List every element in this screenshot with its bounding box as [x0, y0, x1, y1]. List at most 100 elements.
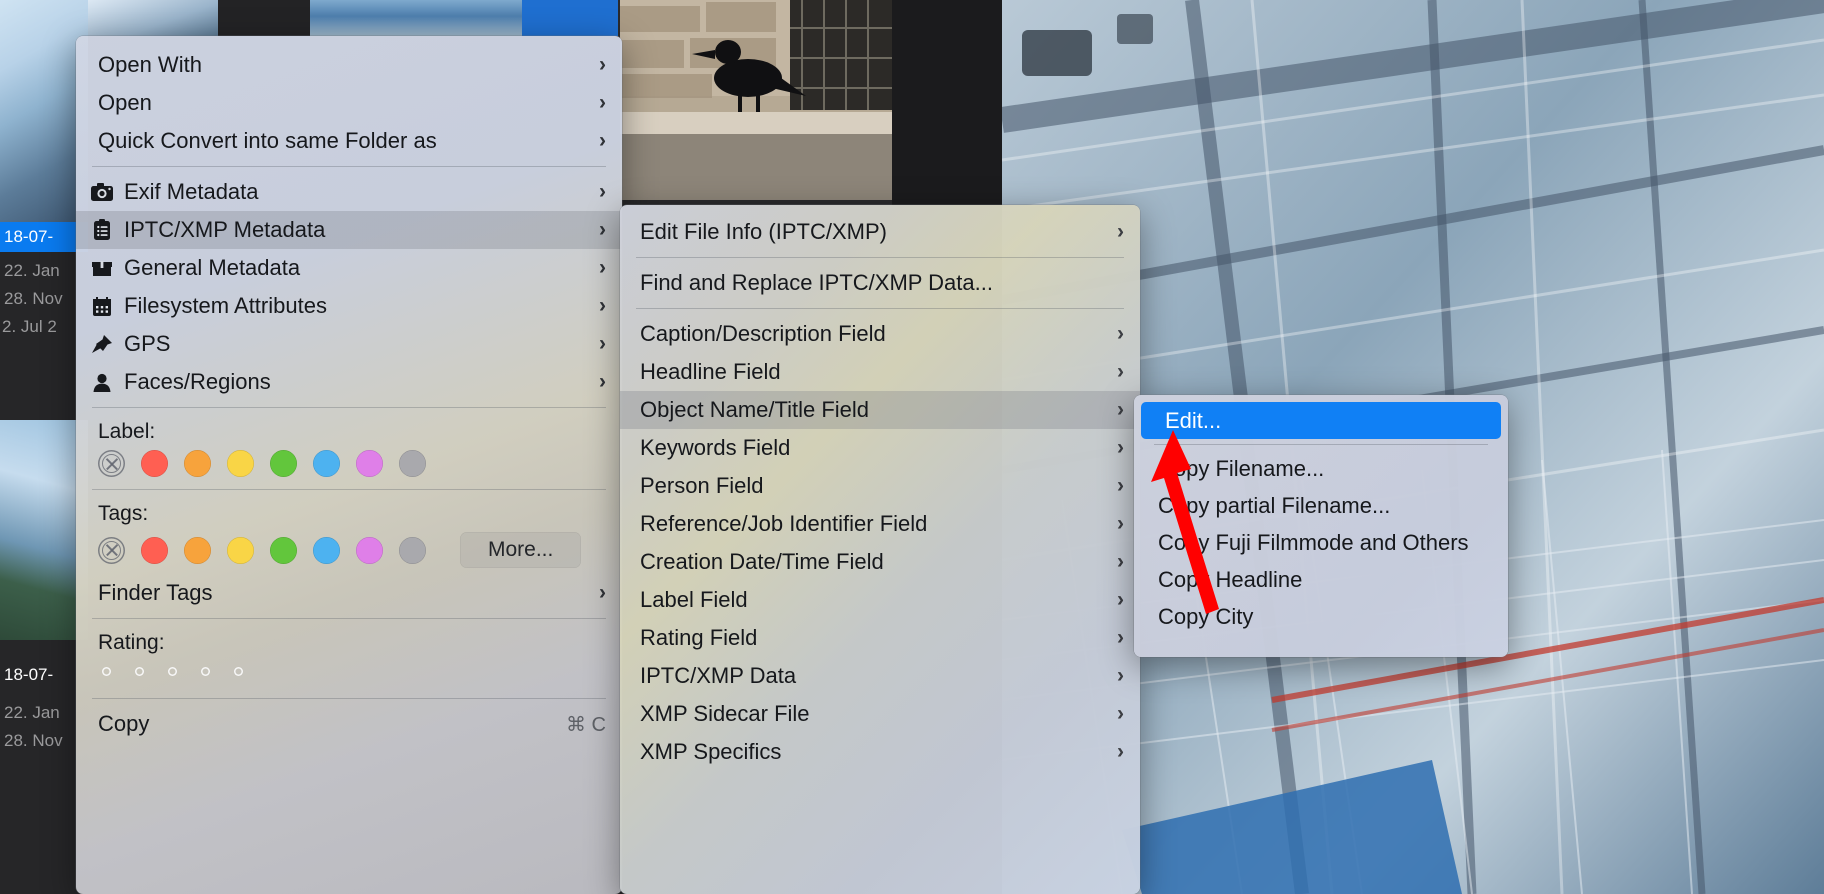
- menu-item-filesystem-attributes[interactable]: Filesystem Attributes ›: [76, 287, 622, 325]
- label-swatch-grey[interactable]: [399, 450, 426, 477]
- chevron-right-icon: ›: [599, 53, 606, 76]
- sidebar-item-date-4[interactable]: 22. Jan: [0, 700, 88, 726]
- tags-swatch-grey[interactable]: [399, 536, 426, 564]
- rating-star-4[interactable]: [201, 667, 210, 676]
- file-list-sidebar[interactable]: 18-07- 22. Jan 28. Nov 2. Jul 2 18-07- 2…: [0, 0, 88, 894]
- photo-raven[interactable]: [620, 0, 892, 200]
- sidebar-item-selected[interactable]: 18-07-: [0, 222, 88, 252]
- menu-item-exif-metadata[interactable]: Exif Metadata ›: [76, 173, 622, 211]
- iptc-xmp-metadata-submenu[interactable]: Edit File Info (IPTC/XMP) › Find and Rep…: [620, 205, 1140, 894]
- sidebar-thumb-1[interactable]: [0, 0, 88, 232]
- menu-item-label: Copy partial Filename...: [1158, 492, 1391, 518]
- tags-swatch-red[interactable]: [141, 536, 168, 564]
- menu-item-label: Label Field: [640, 587, 748, 612]
- menu-item-finder-tags[interactable]: Finder Tags ›: [76, 574, 622, 612]
- sidebar-item-date-2[interactable]: 28. Nov: [0, 286, 88, 312]
- menu-separator: [92, 489, 606, 490]
- rating-star-3[interactable]: [168, 667, 177, 676]
- label-swatch-blue[interactable]: [313, 450, 340, 477]
- chevron-right-icon: ›: [599, 581, 606, 604]
- menu-item-open[interactable]: Open ›: [76, 84, 622, 122]
- tags-swatch-none[interactable]: [98, 537, 125, 564]
- menu-item-copy-partial-filename[interactable]: Copy partial Filename...: [1134, 487, 1508, 524]
- menu-item-label: Copy: [98, 711, 150, 736]
- rating-star-5[interactable]: [234, 667, 243, 676]
- menu-item-copy-headline[interactable]: Copy Headline: [1134, 561, 1508, 598]
- menu-item-iptc-xmp-data[interactable]: IPTC/XMP Data ›: [620, 657, 1140, 695]
- menu-item-label-field[interactable]: Label Field ›: [620, 581, 1140, 619]
- menu-item-object-name-title-field[interactable]: Object Name/Title Field ›: [620, 391, 1140, 429]
- menu-item-edit-file-info[interactable]: Edit File Info (IPTC/XMP) ›: [620, 213, 1140, 251]
- label-swatch-red[interactable]: [141, 450, 168, 477]
- menu-item-copy[interactable]: Copy ⌘ C: [76, 705, 622, 743]
- rating-star-1[interactable]: [102, 667, 111, 676]
- menu-item-reference-job-identifier-field[interactable]: Reference/Job Identifier Field ›: [620, 505, 1140, 543]
- menu-item-creation-date-time-field[interactable]: Creation Date/Time Field ›: [620, 543, 1140, 581]
- menu-item-label: Rating Field: [640, 625, 758, 650]
- tags-swatch-green[interactable]: [270, 536, 297, 564]
- menu-separator: [92, 618, 606, 619]
- root-context-menu[interactable]: Open With › Open › Quick Convert into sa…: [76, 36, 622, 894]
- sidebar-item-selected-bottom[interactable]: 18-07-: [0, 660, 88, 690]
- menu-item-general-metadata[interactable]: General Metadata ›: [76, 249, 622, 287]
- menu-item-label: Edit...: [1165, 407, 1222, 433]
- sidebar-item-date-1[interactable]: 22. Jan: [0, 258, 88, 284]
- photo-thumb-3[interactable]: [310, 0, 522, 36]
- menu-item-rating-field[interactable]: Rating Field ›: [620, 619, 1140, 657]
- photo-thumb-dark[interactable]: [892, 0, 1002, 206]
- photo-thumb-1[interactable]: [88, 0, 218, 36]
- tags-swatch-purple[interactable]: [356, 536, 383, 564]
- menu-item-copy-fuji-filmmode[interactable]: Copy Fuji Filmmode and Others: [1134, 524, 1508, 561]
- label-swatch-green[interactable]: [270, 450, 297, 477]
- menu-item-faces-regions[interactable]: Faces/Regions ›: [76, 363, 622, 401]
- rating-section: Rating:: [76, 625, 622, 655]
- label-swatch-orange[interactable]: [184, 450, 211, 477]
- photo-thumb-4[interactable]: [522, 0, 618, 36]
- rating-section-title: Rating:: [98, 631, 165, 654]
- tags-swatch-row[interactable]: More...: [98, 532, 600, 568]
- menu-item-keywords-field[interactable]: Keywords Field ›: [620, 429, 1140, 467]
- rating-stars[interactable]: [76, 661, 622, 680]
- person-icon: [90, 370, 120, 394]
- label-swatch-purple[interactable]: [356, 450, 383, 477]
- chevron-right-icon: ›: [599, 332, 606, 355]
- menu-item-caption-description-field[interactable]: Caption/Description Field ›: [620, 315, 1140, 353]
- label-swatch-none[interactable]: [98, 450, 125, 477]
- chevron-right-icon: ›: [1117, 436, 1124, 459]
- chevron-right-icon: ›: [1117, 550, 1124, 573]
- menu-item-headline-field[interactable]: Headline Field ›: [620, 353, 1140, 391]
- chevron-right-icon: ›: [599, 218, 606, 241]
- label-swatch-row[interactable]: [98, 450, 600, 477]
- menu-item-find-and-replace[interactable]: Find and Replace IPTC/XMP Data...: [620, 264, 1140, 302]
- pushpin-icon: [90, 332, 120, 356]
- sidebar-item-date-3[interactable]: 2. Jul 2: [0, 314, 88, 340]
- rating-star-2[interactable]: [135, 667, 144, 676]
- tags-swatch-blue[interactable]: [313, 536, 340, 564]
- tags-more-button[interactable]: More...: [460, 532, 582, 568]
- menu-item-copy-filename[interactable]: Copy Filename...: [1134, 450, 1508, 487]
- label-section-title: Label:: [98, 420, 156, 443]
- sidebar-thumb-2[interactable]: [0, 420, 88, 640]
- menu-item-copy-city[interactable]: Copy City: [1134, 598, 1508, 635]
- menu-separator: [636, 308, 1124, 309]
- menu-item-gps[interactable]: GPS ›: [76, 325, 622, 363]
- photo-thumb-2[interactable]: [218, 0, 310, 36]
- menu-item-edit[interactable]: Edit...: [1141, 402, 1501, 439]
- menu-item-label: XMP Sidecar File: [640, 701, 810, 726]
- menu-item-person-field[interactable]: Person Field ›: [620, 467, 1140, 505]
- sidebar-item-date-5[interactable]: 28. Nov: [0, 728, 88, 754]
- chevron-right-icon: ›: [1117, 474, 1124, 497]
- menu-item-label: XMP Specifics: [640, 739, 782, 764]
- label-swatch-yellow[interactable]: [227, 450, 254, 477]
- menu-item-label: Faces/Regions: [124, 369, 271, 394]
- menu-item-iptc-xmp-metadata[interactable]: IPTC/XMP Metadata ›: [76, 211, 622, 249]
- tags-swatch-orange[interactable]: [184, 536, 211, 564]
- menu-item-label: Copy Fuji Filmmode and Others: [1158, 529, 1469, 555]
- menu-item-quick-convert[interactable]: Quick Convert into same Folder as ›: [76, 122, 622, 160]
- object-name-title-field-submenu[interactable]: Edit... Copy Filename... Copy partial Fi…: [1134, 395, 1508, 657]
- menu-item-open-with[interactable]: Open With ›: [76, 46, 622, 84]
- menu-item-xmp-sidecar-file[interactable]: XMP Sidecar File ›: [620, 695, 1140, 733]
- menu-item-shortcut: ⌘ C: [566, 713, 606, 736]
- menu-item-xmp-specifics[interactable]: XMP Specifics ›: [620, 733, 1140, 771]
- tags-swatch-yellow[interactable]: [227, 536, 254, 564]
